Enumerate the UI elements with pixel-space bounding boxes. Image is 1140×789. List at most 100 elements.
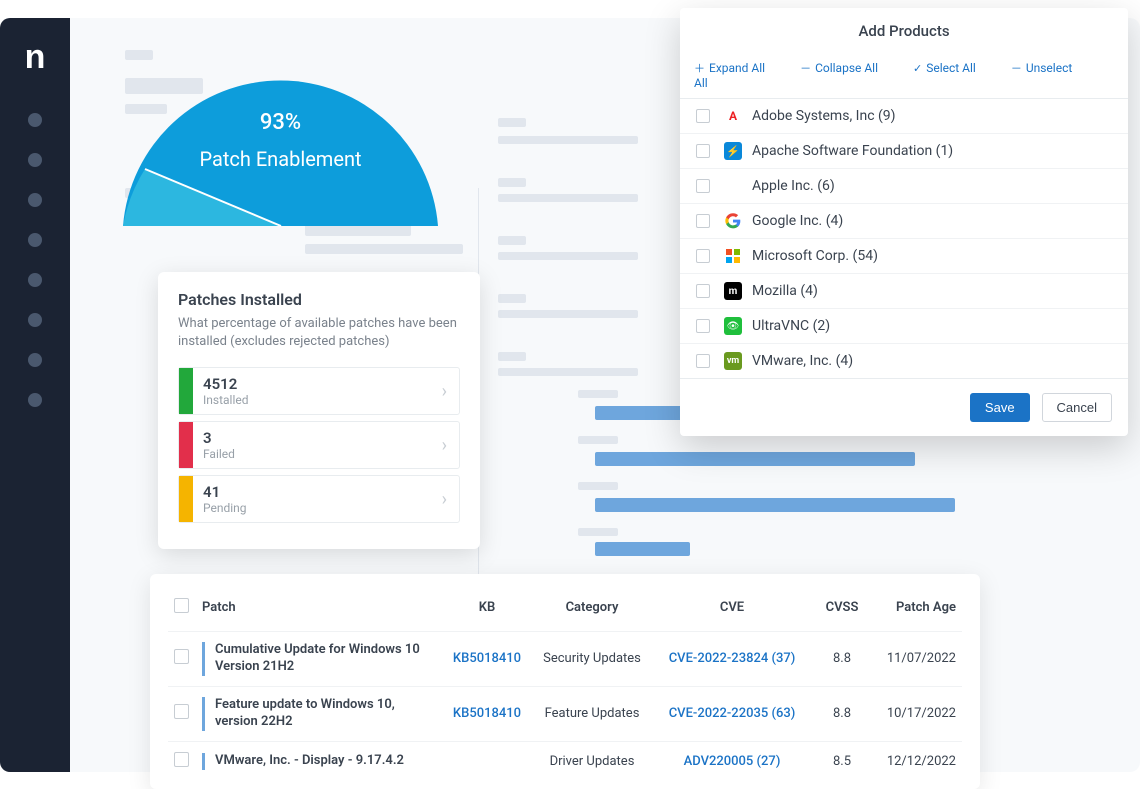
select-all-link[interactable]: ✓Select All [913, 61, 992, 75]
kb-link[interactable]: KB5018410 [453, 706, 521, 721]
nav-item[interactable] [28, 233, 42, 247]
patch-name: Feature update to Windows 10, version 22… [202, 697, 436, 731]
vendor-name: VMware, Inc. (4) [752, 353, 853, 369]
stat-row[interactable]: 41Pending › [178, 475, 460, 523]
stat-color-bar [179, 368, 193, 414]
app-logo: n [0, 38, 70, 77]
vendor-row[interactable]: vm VMware, Inc. (4) [680, 344, 1128, 378]
table-row: Feature update to Windows 10, version 22… [168, 686, 962, 741]
stat-value: 4512 [203, 375, 420, 393]
row-checkbox[interactable] [174, 752, 189, 767]
patch-age: 11/07/2022 [872, 632, 962, 687]
table-row: VMware, Inc. - Display - 9.17.4.2 Driver … [168, 741, 962, 781]
nav-item[interactable] [28, 113, 42, 127]
stat-row[interactable]: 3Failed › [178, 421, 460, 469]
nav-item[interactable] [28, 353, 42, 367]
vendor-row[interactable]: ⚡ Apache Software Foundation (1) [680, 134, 1128, 169]
col-cvss: CVSS [812, 590, 872, 632]
col-age: Patch Age [872, 590, 962, 632]
patch-category: Feature Updates [532, 686, 652, 741]
vendor-icon: m [724, 282, 742, 300]
vendor-checkbox[interactable] [696, 144, 710, 158]
vendor-name: Apache Software Foundation (1) [752, 143, 953, 159]
vendor-icon [724, 247, 742, 265]
col-category: Category [532, 590, 652, 632]
vendor-checkbox[interactable] [696, 354, 710, 368]
sidebar: n [0, 18, 70, 772]
vendor-checkbox[interactable] [696, 249, 710, 263]
vendor-list[interactable]: A Adobe Systems, Inc (9) ⚡ Apache Software … [680, 98, 1128, 378]
stat-value: 41 [203, 483, 420, 501]
cancel-button[interactable]: Cancel [1042, 393, 1112, 422]
vendor-row[interactable]: Microsoft Corp. (54) [680, 239, 1128, 274]
card-title: Patches Installed [178, 290, 460, 309]
patch-category: Driver Updates [532, 741, 652, 781]
vendor-row[interactable]: Google Inc. (4) [680, 204, 1128, 239]
vendor-row[interactable]: m Mozilla (4) [680, 274, 1128, 309]
gauge-percent: 93% [113, 110, 448, 135]
stat-color-bar [179, 422, 193, 468]
cve-link[interactable]: CVE-2022-22035 (63) [669, 706, 796, 721]
vendor-icon: ⚡ [724, 142, 742, 160]
vendor-name: Apple Inc. (6) [752, 178, 835, 194]
cve-link[interactable]: CVE-2022-23824 (37) [669, 651, 796, 666]
cvss-score: 8.5 [812, 741, 872, 781]
vendor-name: Google Inc. (4) [752, 213, 843, 229]
stat-row[interactable]: 4512Installed › [178, 367, 460, 415]
nav-item[interactable] [28, 313, 42, 327]
nav-item[interactable] [28, 393, 42, 407]
patch-age: 12/12/2022 [872, 741, 962, 781]
select-all-checkbox[interactable] [174, 598, 189, 613]
nav-item[interactable] [28, 273, 42, 287]
patch-name: VMware, Inc. - Display - 9.17.4.2 [202, 753, 436, 770]
vendor-icon: vm [724, 352, 742, 370]
vendor-checkbox[interactable] [696, 179, 710, 193]
collapse-all-link[interactable]: －Collapse All [800, 61, 894, 75]
modal-toolbar: ＋Expand All －Collapse All ✓Select All －U… [680, 54, 1128, 98]
vendor-checkbox[interactable] [696, 319, 710, 333]
add-products-modal: Add Products ＋Expand All －Collapse All ✓… [680, 8, 1128, 436]
chevron-right-icon: › [430, 435, 459, 456]
nav-item[interactable] [28, 153, 42, 167]
stat-label: Failed [203, 447, 420, 461]
col-patch: Patch [196, 590, 442, 632]
cve-link[interactable]: ADV220005 (27) [684, 754, 781, 769]
vendor-icon [724, 212, 742, 230]
chevron-right-icon: › [430, 381, 459, 402]
nav-item[interactable] [28, 193, 42, 207]
vendor-checkbox[interactable] [696, 214, 710, 228]
card-description: What percentage of available patches hav… [178, 315, 460, 351]
kb-link[interactable]: KB5018410 [453, 651, 521, 666]
vendor-row[interactable]: 👁UltraVNC (2) [680, 309, 1128, 344]
expand-all-link[interactable]: ＋Expand All [694, 61, 781, 75]
chevron-right-icon: › [430, 489, 459, 510]
vendor-name: Adobe Systems, Inc (9) [752, 108, 896, 124]
patch-category: Security Updates [532, 632, 652, 687]
save-button[interactable]: Save [970, 393, 1030, 422]
vendor-icon [724, 177, 742, 195]
cvss-score: 8.8 [812, 686, 872, 741]
vendor-checkbox[interactable] [696, 109, 710, 123]
patch-enablement-gauge: 93% Patch Enablement [113, 56, 448, 231]
vendor-row[interactable]: A Adobe Systems, Inc (9) [680, 99, 1128, 134]
stat-value: 3 [203, 429, 420, 447]
col-cve: CVE [652, 590, 812, 632]
patch-name: Cumulative Update for Windows 10 Version… [202, 642, 436, 676]
vendor-name: Microsoft Corp. (54) [752, 248, 878, 264]
table-row: Cumulative Update for Windows 10 Version… [168, 632, 962, 687]
vendor-icon: A [724, 107, 742, 125]
stat-label: Pending [203, 501, 420, 515]
modal-title: Add Products [680, 8, 1128, 54]
row-checkbox[interactable] [174, 649, 189, 664]
patches-installed-card: Patches Installed What percentage of ava… [158, 272, 480, 549]
gauge-caption: Patch Enablement [113, 147, 448, 171]
vendor-checkbox[interactable] [696, 284, 710, 298]
vendor-row[interactable]: Apple Inc. (6) [680, 169, 1128, 204]
stat-color-bar [179, 476, 193, 522]
col-kb: KB [442, 590, 532, 632]
row-checkbox[interactable] [174, 704, 189, 719]
patch-age: 10/17/2022 [872, 686, 962, 741]
vendor-name: Mozilla (4) [752, 283, 818, 299]
stat-label: Installed [203, 393, 420, 407]
patches-table: Patch KB Category CVE CVSS Patch Age Cum… [150, 574, 980, 789]
